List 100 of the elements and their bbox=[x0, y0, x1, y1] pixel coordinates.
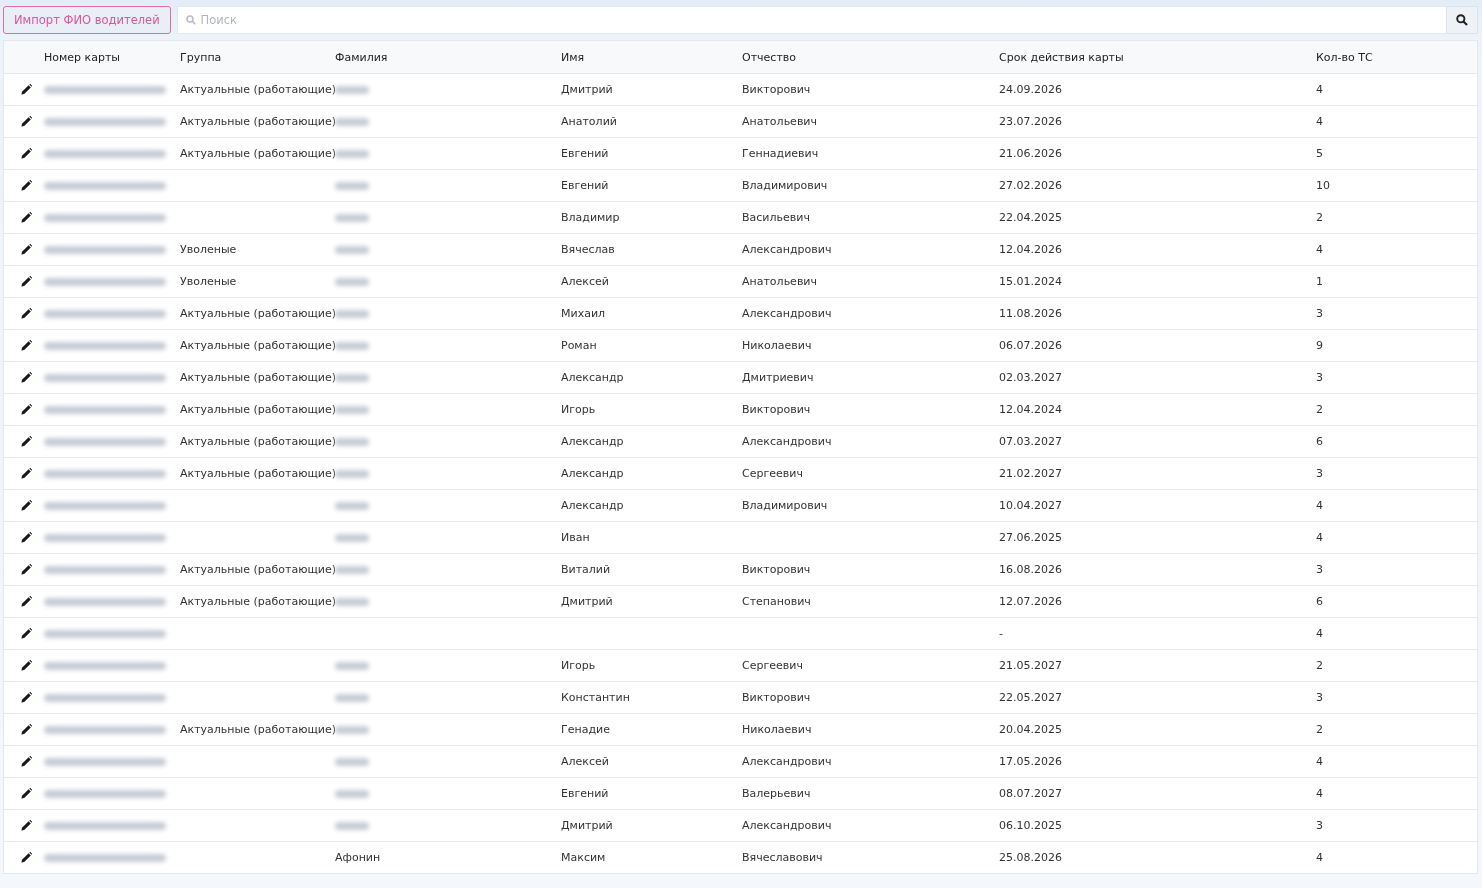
pencil-icon[interactable] bbox=[20, 660, 32, 671]
table-cell: 12.07.2026 bbox=[999, 595, 1062, 608]
column-header[interactable]: Кол-во ТС bbox=[1316, 50, 1373, 64]
pencil-icon[interactable] bbox=[20, 468, 32, 479]
table-cell: 24.09.2026 bbox=[999, 83, 1062, 96]
table-cell: 23.07.2026 bbox=[999, 115, 1062, 128]
table-cell: Александрович bbox=[742, 819, 832, 832]
table-cell: Актуальные (работающие) bbox=[180, 83, 336, 96]
table-cell: 5 bbox=[1316, 147, 1323, 160]
table-cell: 3 bbox=[1316, 819, 1323, 832]
column-header[interactable]: Имя bbox=[561, 50, 585, 64]
table-cell: 3 bbox=[1316, 467, 1323, 480]
table-cell: Александрович bbox=[742, 755, 832, 768]
table-cell: Александр bbox=[561, 467, 624, 480]
pencil-icon[interactable] bbox=[20, 276, 32, 287]
pencil-icon[interactable] bbox=[20, 628, 32, 639]
pencil-icon[interactable] bbox=[20, 116, 32, 127]
table-cell: Вячеслав bbox=[561, 243, 615, 256]
table-cell: Игорь bbox=[561, 403, 596, 416]
table-cell: 6 bbox=[1316, 595, 1323, 608]
table-cell: Владимирович bbox=[742, 499, 828, 512]
table-cell: Дмитриевич bbox=[742, 371, 814, 384]
pencil-icon[interactable] bbox=[20, 308, 32, 319]
column-header[interactable]: Отчество bbox=[742, 50, 796, 64]
table-cell: Александр bbox=[561, 435, 624, 448]
pencil-icon[interactable] bbox=[20, 564, 32, 575]
table-cell: Валерьевич bbox=[742, 787, 811, 800]
search-field[interactable]: Поиск bbox=[176, 6, 1446, 34]
table-cell: Роман bbox=[561, 339, 597, 352]
table-cell: Евгений bbox=[561, 179, 609, 192]
table-cell: Алексей bbox=[561, 275, 609, 288]
table-cell: Актуальные (работающие) bbox=[180, 339, 336, 352]
table-cell: Викторович bbox=[742, 403, 811, 416]
table-cell: Актуальные (работающие) bbox=[180, 147, 336, 160]
pencil-icon[interactable] bbox=[20, 820, 32, 831]
pencil-icon[interactable] bbox=[20, 148, 32, 159]
table-cell: Актуальные (работающие) bbox=[180, 467, 336, 480]
table-cell: 4 bbox=[1316, 531, 1323, 544]
table-cell: Вячеславович bbox=[742, 851, 823, 864]
table-cell: 3 bbox=[1316, 691, 1323, 704]
column-header[interactable]: Срок действия карты bbox=[999, 50, 1124, 64]
table-cell: 9 bbox=[1316, 339, 1323, 352]
table-cell: 22.05.2027 bbox=[999, 691, 1062, 704]
pencil-icon[interactable] bbox=[20, 244, 32, 255]
table-cell: Актуальные (работающие) bbox=[180, 723, 336, 736]
table-cell: Степанович bbox=[742, 595, 811, 608]
table-cell: Викторович bbox=[742, 691, 811, 704]
pencil-icon[interactable] bbox=[20, 788, 32, 799]
table-cell: Генадие bbox=[561, 723, 610, 736]
pencil-icon[interactable] bbox=[20, 756, 32, 767]
pencil-icon[interactable] bbox=[20, 372, 32, 383]
table-cell: 21.05.2027 bbox=[999, 659, 1062, 672]
table-cell: 10 bbox=[1316, 179, 1330, 192]
pencil-icon[interactable] bbox=[20, 340, 32, 351]
column-header[interactable]: Группа bbox=[180, 50, 222, 64]
table-cell: 21.06.2026 bbox=[999, 147, 1062, 160]
pencil-icon[interactable] bbox=[20, 692, 32, 703]
table-cell: Михаил bbox=[561, 307, 606, 320]
table-cell: Алексей bbox=[561, 755, 609, 768]
table-cell: 4 bbox=[1316, 851, 1323, 864]
table-cell: Уволеные bbox=[180, 275, 237, 288]
table-cell: 3 bbox=[1316, 371, 1323, 384]
table-cell: Актуальные (работающие) bbox=[180, 403, 336, 416]
table-cell: 2 bbox=[1316, 659, 1323, 672]
pencil-icon[interactable] bbox=[20, 212, 32, 223]
pencil-icon[interactable] bbox=[20, 436, 32, 447]
table-cell: Иван bbox=[561, 531, 590, 544]
table-cell: Александрович bbox=[742, 435, 832, 448]
table-cell: 06.10.2025 bbox=[999, 819, 1062, 832]
pencil-icon[interactable] bbox=[20, 404, 32, 415]
table-cell: Афонин bbox=[335, 851, 381, 864]
pencil-icon[interactable] bbox=[20, 500, 32, 511]
table-cell: Актуальные (работающие) bbox=[180, 435, 336, 448]
table-cell: Александр bbox=[561, 499, 624, 512]
pencil-icon[interactable] bbox=[20, 180, 32, 191]
table-cell: Актуальные (работающие) bbox=[180, 595, 336, 608]
column-header[interactable]: Номер карты bbox=[44, 50, 120, 64]
table-cell: 08.07.2027 bbox=[999, 787, 1062, 800]
table-cell: Анатольевич bbox=[742, 115, 817, 128]
table-cell: 21.02.2027 bbox=[999, 467, 1062, 480]
table-cell: Анатолий bbox=[561, 115, 617, 128]
pencil-icon[interactable] bbox=[20, 84, 32, 95]
table-cell: 17.05.2026 bbox=[999, 755, 1062, 768]
table-cell: 12.04.2024 bbox=[999, 403, 1062, 416]
pencil-icon[interactable] bbox=[20, 532, 32, 543]
table-cell: Дмитрий bbox=[561, 83, 613, 96]
table-cell: 06.07.2026 bbox=[999, 339, 1062, 352]
table-cell: 1 bbox=[1316, 275, 1323, 288]
pencil-icon[interactable] bbox=[20, 596, 32, 607]
table-cell: Викторович bbox=[742, 563, 811, 576]
table-cell: 2 bbox=[1316, 723, 1323, 736]
table-cell: Викторович bbox=[742, 83, 811, 96]
table-cell: 4 bbox=[1316, 499, 1323, 512]
table-cell: Васильевич bbox=[742, 211, 810, 224]
table-cell: Дмитрий bbox=[561, 595, 613, 608]
table-cell: 12.04.2026 bbox=[999, 243, 1062, 256]
pencil-icon[interactable] bbox=[20, 724, 32, 735]
search-button[interactable] bbox=[1446, 6, 1478, 34]
pencil-icon[interactable] bbox=[20, 852, 32, 863]
column-header[interactable]: Фамилия bbox=[335, 50, 388, 64]
